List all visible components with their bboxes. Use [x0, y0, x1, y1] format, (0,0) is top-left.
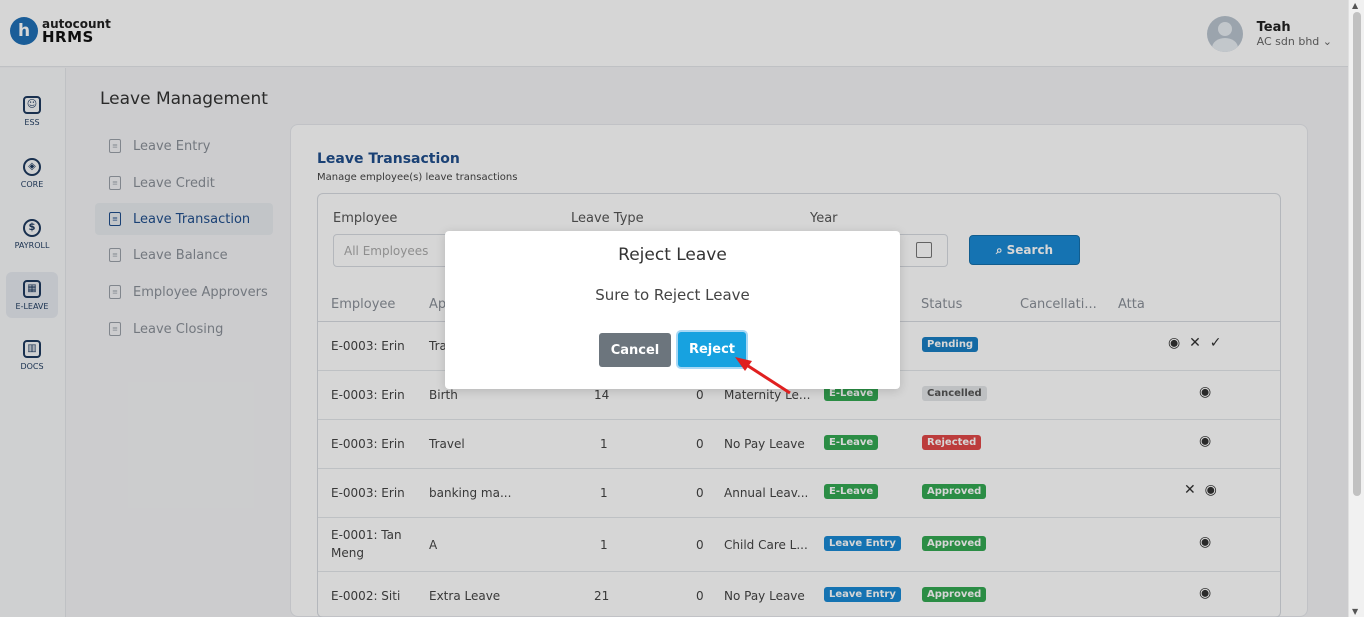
dialog-message: Sure to Reject Leave	[595, 286, 750, 304]
scroll-up-arrow-icon[interactable]: ▲	[1352, 1, 1358, 10]
cancel-button[interactable]: Cancel	[599, 333, 671, 367]
scroll-thumb[interactable]	[1353, 12, 1361, 496]
reject-button[interactable]: Reject	[678, 332, 746, 367]
dialog-title: Reject Leave	[618, 245, 727, 265]
scroll-down-arrow-icon[interactable]: ▼	[1352, 607, 1358, 616]
page-scrollbar[interactable]: ▲ ▼	[1348, 0, 1364, 617]
reject-leave-dialog: Reject Leave Sure to Reject Leave Cancel…	[445, 231, 900, 389]
